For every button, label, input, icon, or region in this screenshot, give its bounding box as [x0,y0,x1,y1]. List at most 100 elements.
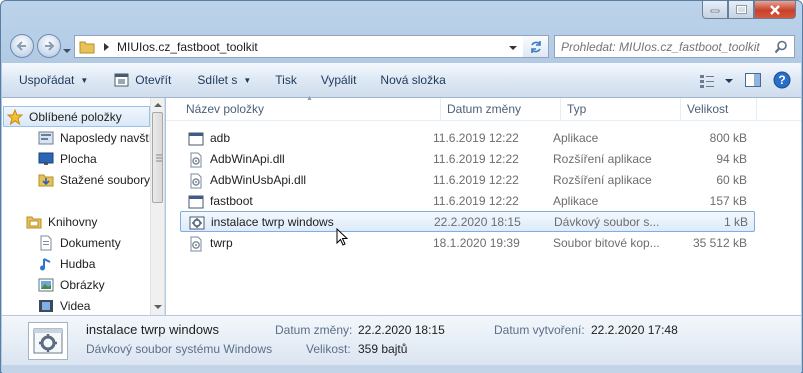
file-size: 94 kB [716,152,747,166]
chevron-down-icon: ▼ [80,75,89,85]
batch-icon [189,216,205,229]
grip-icon [156,154,162,162]
file-size: 800 kB [709,131,747,145]
chevron-down-icon [509,45,517,50]
column-header: ▲ Název položky Datum změny Typ Velikost [166,95,801,121]
nav-item-libraries[interactable]: Knihovny [26,211,150,232]
details-size-value: 359 bajtů [358,342,408,356]
nav-item-documents[interactable]: Dokumenty [38,232,150,253]
file-row-selected[interactable]: instalace twrp windows 22.2.2020 18:15 D… [180,211,755,232]
search-icon [774,40,787,53]
file-date: 22.2.2020 18:15 [434,215,521,229]
minimize-icon [710,9,720,12]
file-row[interactable]: adb 11.6.2019 12:22 Aplikace 800 kB [180,128,755,149]
share-label: Sdílet s [197,73,238,87]
nav-item-videos[interactable]: Videa [38,295,150,315]
print-label: Tisk [275,73,297,87]
organize-label: Uspořádat [19,73,75,87]
window-bottom-edge [2,365,801,373]
file-type: Rozšíření aplikace [553,152,652,166]
svg-text:?: ? [778,73,785,87]
details-modified-label: Datum změny: [275,323,353,337]
file-date: 18.1.2020 19:39 [433,236,520,250]
address-path[interactable]: MIUIos.cz_fastboot_toolkit [117,40,258,54]
column-date[interactable]: Datum změny [441,98,561,121]
nav-scrollbar-thumb[interactable] [152,112,163,203]
documents-icon [40,235,52,250]
downloads-folder-icon [38,174,54,186]
details-pane: instalace twrp windows Dávkový soubor sy… [2,315,801,365]
maximize-icon [735,5,747,14]
new-folder-label: Nová složka [380,73,446,87]
preview-pane-button[interactable] [745,72,761,90]
nav-label-pictures: Obrázky [60,277,105,292]
address-row: MIUIos.cz_fastboot_toolkit [10,32,795,60]
file-name-cell: twrp [188,233,233,254]
file-type: Aplikace [553,194,599,208]
maximize-button[interactable] [728,1,754,19]
file-name: instalace twrp windows [211,215,334,229]
file-date: 11.6.2019 12:22 [433,173,519,187]
address-bar[interactable]: MIUIos.cz_fastboot_toolkit [74,35,524,58]
file-row[interactable]: fastboot 11.6.2019 12:22 Aplikace 157 kB [180,191,755,212]
view-controls: ? [699,68,791,94]
forward-button[interactable] [37,34,61,58]
nav-scrollbar[interactable] [150,98,164,315]
batch-icon [33,328,63,354]
app-icon [188,132,204,145]
nav-item-pictures[interactable]: Obrázky [38,274,150,295]
column-name[interactable]: Název položky [180,98,441,121]
file-name: twrp [210,236,233,250]
nav-label-recent: Naposledy navští [60,130,153,145]
mouse-cursor-icon [336,228,349,246]
file-name: AdbWinUsbApi.dll [210,173,307,187]
nav-label-desktop: Plocha [60,151,97,166]
organize-button[interactable]: Uspořádat ▼ [10,67,97,93]
help-button[interactable]: ? [773,71,791,92]
new-folder-button[interactable]: Nová složka [371,67,454,93]
print-button[interactable]: Tisk [266,67,306,93]
column-type[interactable]: Typ [561,98,681,121]
minimize-button[interactable] [702,1,728,19]
burn-button[interactable]: Vypálit [312,67,366,93]
nav-label-documents: Dokumenty [60,235,121,250]
file-type: Aplikace [553,131,599,145]
file-row[interactable]: AdbWinUsbApi.dll 11.6.2019 12:22 Rozšíře… [180,170,755,191]
videos-icon [39,299,53,312]
command-bar: Uspořádat ▼ Otevřít Sdílet s ▼ Tisk Vypá… [2,63,801,98]
search-box[interactable] [554,35,795,58]
change-view-button[interactable] [699,74,733,88]
chevron-down-icon: ▼ [243,75,252,85]
file-row[interactable]: twrp 18.1.2020 19:39 Soubor bitové kop..… [180,233,755,254]
window-frame: MIUIos.cz_fastboot_toolkit Uspořádat ▼ O… [0,0,803,373]
nav-item-desktop[interactable]: Plocha [38,148,150,169]
file-type: Dávkový soubor s... [554,215,660,229]
back-button[interactable] [10,34,34,58]
nav-label-downloads: Stažené soubory [60,172,151,187]
file-type: Rozšíření aplikace [553,173,652,187]
nav-item-music[interactable]: Hudba [38,253,150,274]
refresh-button[interactable] [523,35,549,58]
back-arrow-icon [16,41,26,51]
details-created-label: Datum vytvoření: [494,323,585,337]
column-size[interactable]: Velikost [681,98,757,121]
open-button[interactable]: Otevřít [105,67,180,93]
nav-item-favorites[interactable]: Oblíbené položky [3,106,150,127]
nav-label-favorites: Oblíbené položky [29,109,122,124]
file-size: 35 512 kB [692,236,747,250]
file-size: 60 kB [716,173,747,187]
music-icon [40,257,51,270]
share-button[interactable]: Sdílet s ▼ [188,67,260,93]
nav-item-recent[interactable]: Naposledy navští [38,127,153,148]
address-dropdown[interactable] [509,40,517,54]
nav-item-downloads[interactable]: Stažené soubory [38,169,150,190]
search-input[interactable] [555,37,774,56]
scroll-up-icon [154,103,162,107]
recent-pages-dropdown[interactable] [63,43,71,57]
dll-icon [190,152,202,167]
file-row[interactable]: AdbWinApi.dll 11.6.2019 12:22 Rozšíření … [180,149,755,170]
libraries-icon [26,216,42,228]
chevron-down-icon [725,78,733,83]
file-date: 11.6.2019 12:22 [433,131,519,145]
close-button[interactable] [754,1,796,19]
